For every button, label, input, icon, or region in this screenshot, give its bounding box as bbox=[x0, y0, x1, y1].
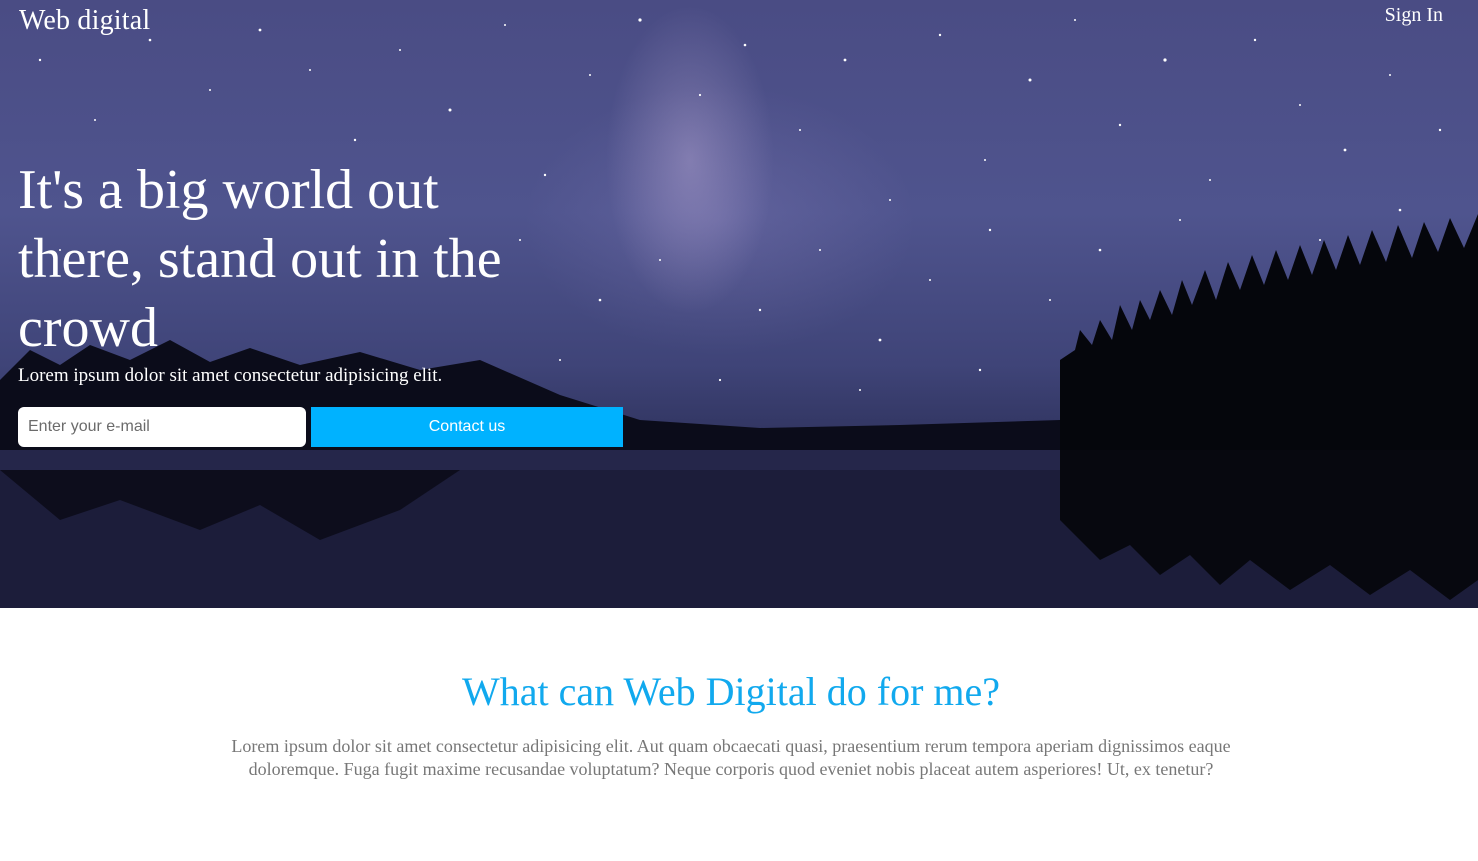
sign-in-link[interactable]: Sign In bbox=[1385, 3, 1443, 27]
email-input[interactable] bbox=[18, 407, 306, 447]
section-description: Lorem ipsum dolor sit amet consectetur a… bbox=[231, 736, 1231, 779]
hero-banner: Web digital Sign In It's a big world out… bbox=[0, 0, 1478, 608]
brand-logo[interactable]: Web digital bbox=[19, 4, 150, 38]
section-title: What can Web Digital do for me? bbox=[461, 669, 1001, 714]
hero-title: It's a big world out there, stand out in… bbox=[18, 159, 502, 359]
hero-subtitle: Lorem ipsum dolor sit amet consectetur a… bbox=[18, 365, 443, 386]
contact-us-button[interactable]: Contact us bbox=[311, 407, 623, 447]
